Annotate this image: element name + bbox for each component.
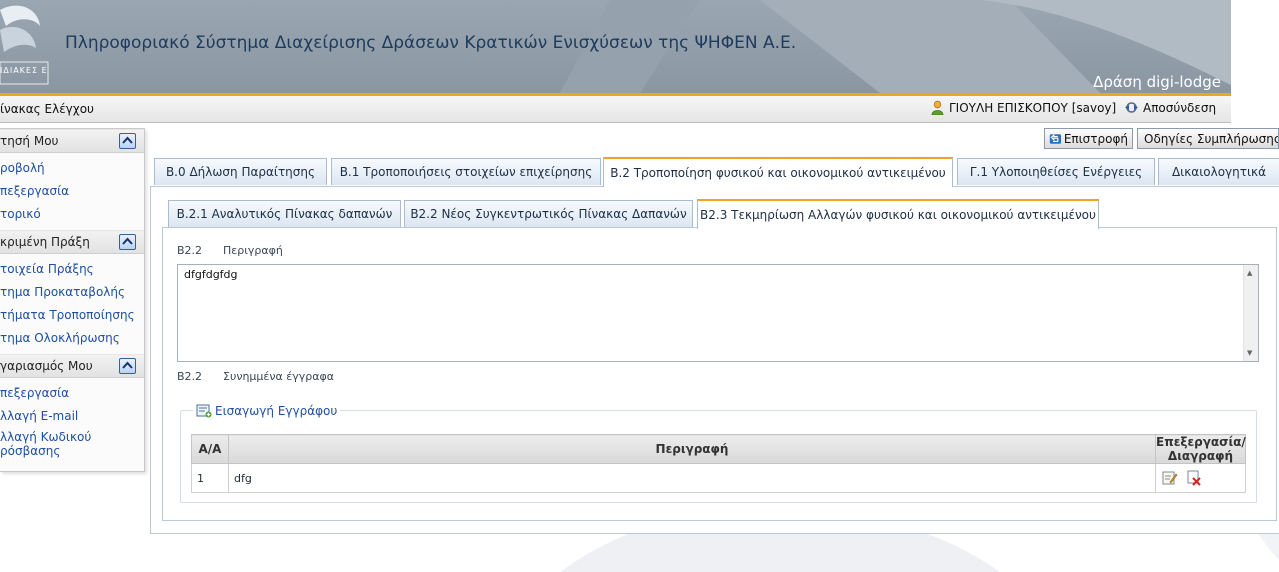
column-header-description: Περιγραφή	[228, 434, 1156, 464]
collapse-section-button[interactable]	[119, 234, 136, 250]
user-icon	[931, 100, 944, 115]
sidebar-item-modification-requests[interactable]: τήματα Τροποποίησης	[0, 304, 144, 327]
subtab-b23-changes-justification[interactable]: Β2.3 Τεκμηρίωση Αλλαγών φυσικού και οικο…	[697, 199, 1099, 229]
subtab-b21-expense-table[interactable]: Β.2.1 Αναλυτικός Πίνακας δαπανών	[168, 200, 401, 227]
back-arrow-icon	[1049, 133, 1062, 144]
sidebar-item-view[interactable]: ροβολή	[0, 157, 144, 180]
app-title: Πληροφοριακό Σύστημα Διαχείρισης Δράσεων…	[65, 33, 797, 53]
column-header-index: Α/Α	[191, 434, 229, 464]
scroll-up-icon[interactable]: ▲	[1247, 269, 1252, 277]
app-header: ΙΔΙΑΚΕΣ ΕΝΙΣΧΥΣΕΙΣ Α.Ε. Πληροφοριακό Σύσ…	[0, 0, 1231, 93]
sidebar: τησή Μου ροβολή πεξεργασία τορικό κριμέν…	[0, 128, 145, 472]
chevron-up-icon	[122, 361, 133, 369]
tab-g1-implemented-actions[interactable]: Γ.1 Υλοποιηθείσες Ενέργειες	[957, 158, 1155, 185]
description-value: dfgfdgfdg	[184, 268, 238, 281]
table-header-row: Α/Α Περιγραφή Επεξεργασία/ Διαγραφή	[191, 434, 1246, 464]
row-description: dfg	[228, 463, 1156, 493]
sidebar-item-advance-request[interactable]: τημα Προκαταβολής	[0, 281, 144, 304]
chevron-up-icon	[122, 136, 133, 144]
dashboard-link[interactable]: ίνακας Ελέγχου	[0, 102, 94, 116]
description-label: Περιγραφή	[223, 244, 283, 257]
sidebar-item-edit[interactable]: πεξεργασία	[0, 180, 144, 203]
tab-b2-object-modification[interactable]: Β.2 Τροποποίηση φυσικού και οικονομικού …	[603, 157, 953, 187]
textarea-scrollbar[interactable]: ▲ ▼	[1243, 265, 1258, 361]
column-header-actions: Επεξεργασία/ Διαγραφή	[1155, 434, 1246, 464]
table-row: 1 dfg	[191, 463, 1246, 493]
tab-supporting-documents[interactable]: Δικαιολογητικά	[1158, 158, 1279, 185]
current-user: ΓΙΟΥΛΗ ΕΠΙΣΚΟΠΟΥ [savoy]	[930, 100, 1116, 115]
logout-label: Αποσύνδεση	[1143, 100, 1217, 115]
sidebar-list: τοιχεία Πράξης τημα Προκαταβολής τήματα …	[0, 254, 144, 354]
help-button[interactable]: ? Οδηγίες Συμπλήρωσης	[1137, 128, 1279, 149]
add-document-button[interactable]: Εισαγωγή Εγγράφου	[193, 404, 341, 418]
sidebar-item-change-password[interactable]: λλαγή Κωδικού ρόσβασης	[0, 428, 144, 460]
logout-button[interactable]: Αποσύνδεση	[1124, 100, 1216, 115]
row-actions	[1155, 463, 1246, 493]
row-index: 1	[191, 463, 229, 493]
scroll-down-icon[interactable]: ▼	[1247, 349, 1252, 357]
add-document-icon	[196, 404, 212, 418]
add-document-label: Εισαγωγή Εγγράφου	[215, 404, 338, 418]
sidebar-section-approved-project: κριμένη Πράξη	[0, 230, 144, 254]
documents-table: Α/Α Περιγραφή Επεξεργασία/ Διαγραφή 1 df…	[191, 434, 1246, 493]
help-label: Οδηγίες Συμπλήρωσης	[1144, 131, 1279, 146]
sidebar-list: πεξεργασία λλαγή E-mail λλαγή Κωδικού ρό…	[0, 378, 144, 464]
sidebar-item-completion-request[interactable]: τημα Ολοκλήρωσης	[0, 327, 144, 350]
sidebar-section-my-account: γαριασμός Μου	[0, 354, 144, 378]
action-title: Δράση digi-lodge	[1093, 73, 1221, 91]
top-bar: ίνακας Ελέγχου ΓΙΟΥΛΗ ΕΠΙΣΚΟΠΟΥ [savoy] …	[0, 96, 1231, 123]
sidebar-section-title: κριμένη Πράξη	[0, 235, 90, 249]
chevron-up-icon	[122, 237, 133, 245]
description-code: Β2.2	[177, 244, 203, 257]
sidebar-item-account-edit[interactable]: πεξεργασία	[0, 382, 144, 405]
attachments-code: Β2.2	[177, 370, 203, 383]
sidebar-section-title: τησή Μου	[0, 134, 59, 148]
sidebar-item-history[interactable]: τορικό	[0, 203, 144, 226]
collapse-section-button[interactable]	[119, 133, 136, 149]
attachments-label: Συνημμένα έγγραφα	[223, 370, 334, 383]
sidebar-item-project-details[interactable]: τοιχεία Πράξης	[0, 258, 144, 281]
delete-icon[interactable]	[1186, 470, 1202, 486]
user-name: ΓΙΟΥΛΗ ΕΠΙΣΚΟΠΟΥ [savoy]	[949, 100, 1117, 115]
edit-icon[interactable]	[1162, 470, 1178, 486]
description-textarea[interactable]: dfgfdgfdg ▲ ▼	[177, 264, 1259, 362]
logo-text: ΙΔΙΑΚΕΣ ΕΝΙΣΧΥΣΕΙΣ Α.Ε.	[0, 66, 48, 75]
tab-b1-business-changes[interactable]: Β.1 Τροποποιήσεις στοιχείων επιχείρησης	[331, 158, 601, 185]
tab-b0-resignation[interactable]: Β.0 Δήλωση Παραίτησης	[154, 158, 327, 185]
sidebar-item-change-email[interactable]: λλαγή E-mail	[0, 405, 144, 428]
back-label: Επιστροφή	[1063, 131, 1128, 146]
subtab-b22-summary-table[interactable]: Β2.2 Νέος Συγκεντρωτικός Πίνακας Δαπανών	[404, 200, 693, 227]
back-button[interactable]: Επιστροφή	[1044, 128, 1133, 149]
sidebar-section-title: γαριασμός Μου	[0, 359, 93, 373]
sidebar-list: ροβολή πεξεργασία τορικό	[0, 153, 144, 230]
sidebar-section-account-status: τησή Μου	[0, 129, 144, 153]
logout-icon	[1125, 102, 1138, 113]
collapse-section-button[interactable]	[119, 358, 136, 374]
